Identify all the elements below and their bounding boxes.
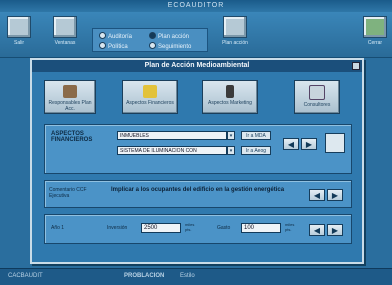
consultant-icon [309, 85, 325, 100]
ir-mda-button[interactable]: Ir a MDA [241, 131, 271, 140]
consultores-label: Consultores [303, 102, 331, 108]
close-label: Cerrar [367, 40, 383, 46]
salir-label: Salir [13, 40, 24, 46]
radio-dot-icon [149, 32, 156, 39]
people-icon [63, 85, 77, 98]
plan-accion-label: Plan acción [222, 40, 248, 46]
comment-label: Comentario CCF Ejecutiva [49, 187, 87, 199]
financial-label: ASPECTOS FINANCIEROS [51, 131, 93, 143]
gasto-label: Gasto [217, 225, 231, 231]
radio-politica[interactable]: Política [99, 42, 128, 50]
prev-arrow-icon[interactable]: ◀ [283, 138, 299, 150]
inversion-input[interactable]: 2500 [141, 223, 181, 233]
person-icon [226, 85, 234, 98]
inversion-label: Inversión [107, 225, 128, 231]
marketing-button[interactable]: Aspectos Marketing [202, 80, 258, 114]
radio-label: Política [108, 44, 128, 50]
dialog-title: Plan de Acción Medioambiental [32, 60, 362, 72]
prev-arrow-icon[interactable]: ◀ [309, 224, 325, 236]
status-mid: PROBLACION [124, 273, 165, 279]
radio-plan-accion[interactable]: Plan acción [149, 32, 189, 40]
radio-auditoria[interactable]: Auditoría [99, 32, 132, 40]
radio-label: Seguimiento [158, 44, 192, 50]
exit-icon [7, 16, 31, 38]
gasto-input[interactable]: 100 [241, 223, 281, 233]
ventanas-label: Ventanas [54, 40, 76, 46]
door-icon [363, 16, 387, 38]
ventanas-button[interactable]: Ventanas [50, 16, 80, 54]
radio-dot-icon [149, 42, 156, 49]
consultores-button[interactable]: Consultores [294, 80, 340, 114]
year-label: Año 1 [51, 225, 65, 231]
next-arrow-icon[interactable]: ▶ [327, 224, 343, 236]
responsables-label: Responsables Plan Acc. [48, 100, 92, 112]
chevron-down-icon[interactable]: ▾ [227, 131, 235, 140]
sistema-select[interactable]: SISTEMA DE ILUMINACION CON [117, 146, 227, 155]
gasto-unit: miles pts. [285, 222, 295, 232]
dialog-close-icon[interactable] [352, 62, 360, 70]
next-arrow-icon[interactable]: ▶ [301, 138, 317, 150]
responsables-button[interactable]: Responsables Plan Acc. [44, 80, 96, 114]
plan-accion-dialog: Plan de Acción Medioambiental Responsabl… [30, 58, 364, 264]
radio-dot-icon [99, 32, 106, 39]
year-panel: Año 1 Inversión 2500 miles pts. Gasto 10… [44, 214, 352, 244]
document-icon [223, 16, 247, 38]
comment-panel: Comentario CCF Ejecutiva Implicar a los … [44, 180, 352, 208]
magnifier-icon[interactable] [325, 133, 345, 153]
status-left: CACBAUDIT [8, 273, 43, 279]
financial-panel: ASPECTOS FINANCIEROS INMUEBLES ▾ SISTEMA… [44, 124, 352, 174]
status-bar: CACBAUDIT PROBLACION Estilo [0, 268, 392, 285]
radio-seguimiento[interactable]: Seguimiento [149, 42, 191, 50]
inmuebles-select[interactable]: INMUEBLES [117, 131, 227, 140]
marketing-label: Aspectos Marketing [208, 100, 252, 106]
chevron-down-icon[interactable]: ▾ [227, 146, 235, 155]
comment-text: Implicar a los ocupantes del edificio en… [111, 187, 285, 193]
salir-button[interactable]: Salir [4, 16, 34, 54]
mode-radio-group: Auditoría Plan acción Política Seguimien… [92, 28, 208, 52]
toolbar: Salir Ventanas Auditoría Plan acción Pol… [0, 12, 392, 58]
financieros-button[interactable]: Aspectos Financieros [122, 80, 178, 114]
money-icon [143, 85, 157, 98]
radio-label: Plan acción [158, 34, 190, 40]
radio-label: Auditoría [108, 34, 133, 40]
close-button[interactable]: Cerrar [360, 16, 390, 54]
window-title: ECOAUDITOR [0, 0, 392, 12]
plan-accion-button[interactable]: Plan acción [216, 16, 254, 54]
monitor-icon [53, 16, 77, 38]
next-arrow-icon[interactable]: ▶ [327, 189, 343, 201]
financieros-label: Aspectos Financieros [126, 100, 174, 106]
status-right: Estilo [180, 273, 195, 279]
inversion-unit: miles pts. [185, 222, 195, 232]
radio-dot-icon [99, 42, 106, 49]
prev-arrow-icon[interactable]: ◀ [309, 189, 325, 201]
ir-aeog-button[interactable]: Ir a Aeog [241, 146, 271, 155]
